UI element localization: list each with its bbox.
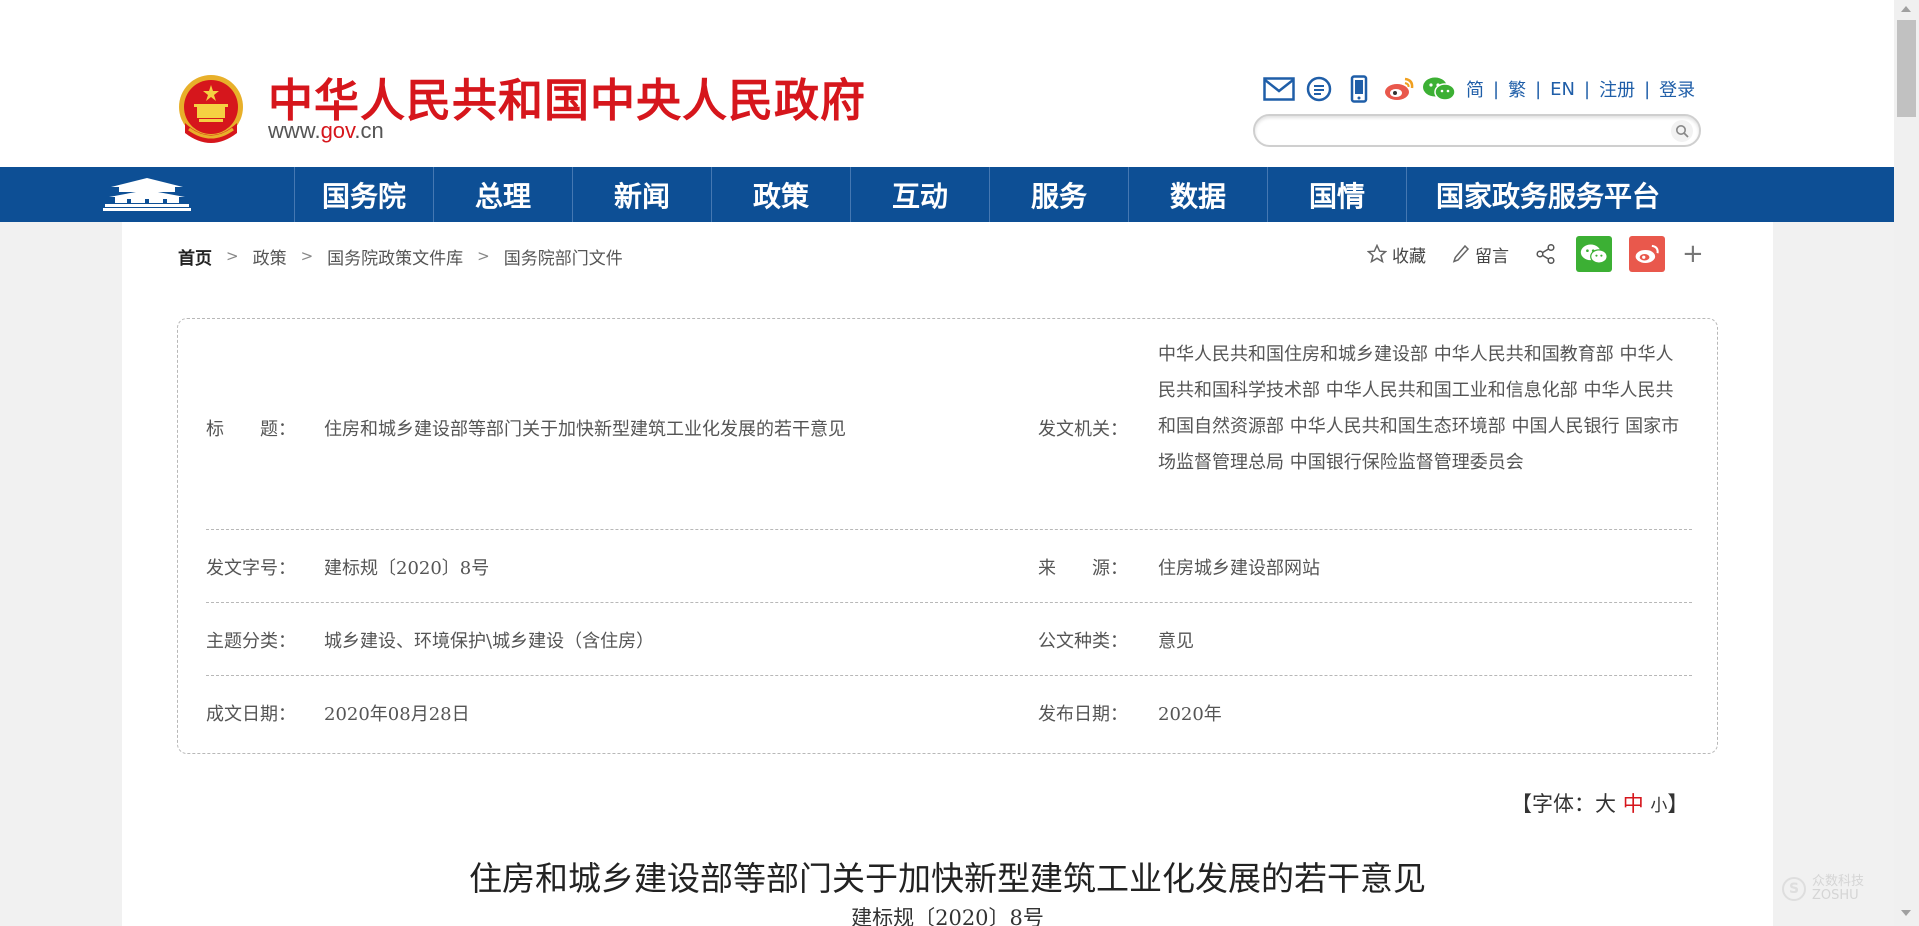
url-prefix: www. — [268, 118, 321, 143]
search-icon — [1676, 125, 1689, 138]
weibo-icon — [1635, 244, 1659, 263]
breadcrumb-policy[interactable]: 政策 — [253, 244, 287, 269]
nav-home-logo[interactable] — [0, 167, 295, 222]
share-icon — [1536, 243, 1555, 265]
separator: | — [1584, 78, 1591, 100]
lang-traditional[interactable]: 繁 — [1508, 76, 1526, 102]
share-button[interactable] — [1535, 243, 1562, 265]
document-info-box: 标 题： 住房和城乡建设部等部门关于加快新型建筑工业化发展的若干意见 发文机关：… — [177, 318, 1718, 754]
watermark-line1: 众数科技 — [1812, 874, 1865, 889]
login-link[interactable]: 登录 — [1659, 76, 1695, 102]
favorite-button[interactable]: 收藏 — [1367, 242, 1426, 267]
nav-data[interactable]: 数据 — [1129, 167, 1268, 222]
language-switcher: 简 | 繁 | EN | 注册 | 登录 — [1466, 76, 1695, 102]
source-value: 住房城乡建设部网站 — [1158, 558, 1320, 579]
breadcrumb-department-docs[interactable]: 国务院部门文件 — [504, 244, 623, 269]
info-row-topic: 主题分类： 城乡建设、环境保护\城乡建设（含住房） 公文种类： 意见 — [206, 603, 1692, 676]
favorite-label: 收藏 — [1392, 246, 1426, 267]
search-button[interactable] — [1671, 120, 1693, 142]
nav-policy[interactable]: 政策 — [712, 167, 851, 222]
doc-number-label: 发文字号： — [206, 558, 296, 579]
topic-value: 城乡建设、环境保护\城乡建设（含住房） — [324, 631, 655, 652]
scroll-down-arrow-icon[interactable] — [1901, 910, 1911, 916]
share-weibo-button[interactable] — [1629, 236, 1665, 272]
font-size-medium[interactable]: 中 — [1623, 792, 1644, 816]
issuer-label: 发文机关： — [1038, 419, 1128, 440]
wechat-icon[interactable] — [1422, 74, 1456, 104]
chevron-right-icon: > — [477, 247, 490, 265]
nav-interaction[interactable]: 互动 — [851, 167, 990, 222]
page-scrollbar[interactable] — [1894, 0, 1919, 926]
font-size-open: 【字体： — [1511, 792, 1595, 816]
tiananmen-icon — [103, 177, 191, 211]
separator: | — [1535, 78, 1542, 100]
publish-date-value: 2020年 — [1158, 704, 1222, 725]
publish-date-label: 发布日期： — [1038, 704, 1128, 725]
wechat-icon — [1580, 244, 1608, 264]
font-size-switcher: 【字体：大 中 小】 — [1511, 788, 1688, 818]
comment-button[interactable]: 留言 — [1452, 242, 1509, 267]
site-url[interactable]: www.gov.cn — [268, 118, 384, 144]
source-label: 来 源： — [1038, 558, 1128, 579]
mobile-icon[interactable] — [1342, 74, 1376, 104]
url-suffix: .cn — [354, 118, 384, 143]
register-link[interactable]: 注册 — [1599, 76, 1635, 102]
info-row-docno: 发文字号： 建标规〔2020〕8号 来 源： 住房城乡建设部网站 — [206, 530, 1692, 603]
separator: | — [1644, 78, 1651, 100]
breadcrumb-policy-library[interactable]: 国务院政策文件库 — [327, 244, 463, 269]
main-nav: 国务院 总理 新闻 政策 互动 服务 数据 国情 国家政务服务平台 — [0, 167, 1894, 222]
nav-national-info[interactable]: 国情 — [1268, 167, 1407, 222]
written-date-label: 成文日期： — [206, 704, 296, 725]
national-emblem-icon[interactable] — [177, 73, 245, 145]
separator: | — [1493, 78, 1500, 100]
share-bar: 收藏 留言 + — [1367, 236, 1704, 272]
chevron-right-icon: > — [226, 247, 239, 265]
written-date-value: 2020年08月28日 — [324, 704, 470, 725]
nav-state-council[interactable]: 国务院 — [295, 167, 434, 222]
nav-premier[interactable]: 总理 — [434, 167, 573, 222]
font-size-large[interactable]: 大 — [1595, 792, 1616, 816]
scroll-thumb[interactable] — [1897, 20, 1916, 117]
nav-news[interactable]: 新闻 — [573, 167, 712, 222]
font-size-small[interactable]: 小 — [1650, 796, 1667, 816]
weibo-icon[interactable] — [1382, 74, 1416, 104]
doc-number-value: 建标规〔2020〕8号 — [324, 558, 490, 579]
topic-label: 主题分类： — [206, 631, 296, 652]
title-value: 住房和城乡建设部等部门关于加快新型建筑工业化发展的若干意见 — [324, 419, 846, 440]
search-box — [1253, 114, 1701, 147]
url-brand: gov — [320, 118, 355, 143]
title-label: 标 题： — [206, 419, 296, 440]
lang-english[interactable]: EN — [1550, 79, 1575, 100]
search-input[interactable] — [1269, 119, 1659, 143]
info-row-title: 标 题： 住房和城乡建设部等部门关于加快新型建筑工业化发展的若干意见 发文机关：… — [206, 319, 1692, 530]
nav-gov-service-platform[interactable]: 国家政务服务平台 — [1407, 167, 1689, 222]
watermark-logo: S — [1782, 877, 1806, 901]
nav-services[interactable]: 服务 — [990, 167, 1129, 222]
document-title: 住房和城乡建设部等部门关于加快新型建筑工业化发展的若干意见 — [469, 859, 1426, 898]
header-tools: 简 | 繁 | EN | 注册 | 登录 — [1262, 72, 1695, 106]
pencil-icon — [1452, 244, 1470, 263]
share-wechat-button[interactable] — [1576, 236, 1612, 272]
mail-icon[interactable] — [1262, 74, 1296, 104]
breadcrumb: 首页 > 政策 > 国务院政策文件库 > 国务院部门文件 — [178, 244, 623, 269]
doc-type-value: 意见 — [1158, 631, 1194, 652]
watermark: S 众数科技 ZOSHU — [1782, 875, 1864, 903]
comment-label: 留言 — [1475, 246, 1509, 267]
scroll-up-arrow-icon[interactable] — [1901, 6, 1911, 12]
breadcrumb-home[interactable]: 首页 — [178, 244, 212, 269]
star-icon — [1367, 244, 1387, 264]
more-share-button[interactable]: + — [1682, 241, 1704, 267]
message-icon[interactable] — [1302, 74, 1336, 104]
watermark-text: 众数科技 ZOSHU — [1812, 875, 1864, 903]
font-size-close: 】 — [1667, 792, 1689, 816]
content-area: 首页 > 政策 > 国务院政策文件库 > 国务院部门文件 收藏 留言 + 标 题… — [122, 222, 1773, 926]
watermark-line2: ZOSHU — [1812, 888, 1859, 903]
chevron-right-icon: > — [300, 247, 314, 265]
issuer-value: 中华人民共和国住房和城乡建设部 中华人民共和国教育部 中华人民共和国科学技术部 … — [1158, 344, 1680, 473]
info-row-dates: 成文日期： 2020年08月28日 发布日期： 2020年 — [206, 676, 1692, 753]
doc-type-label: 公文种类： — [1038, 631, 1128, 652]
site-header: 中华人民共和国中央人民政府 www.gov.cn 简 | 繁 | EN | 注册… — [0, 0, 1894, 167]
lang-simplified[interactable]: 简 — [1466, 76, 1484, 102]
document-number: 建标规〔2020〕8号 — [851, 906, 1044, 926]
